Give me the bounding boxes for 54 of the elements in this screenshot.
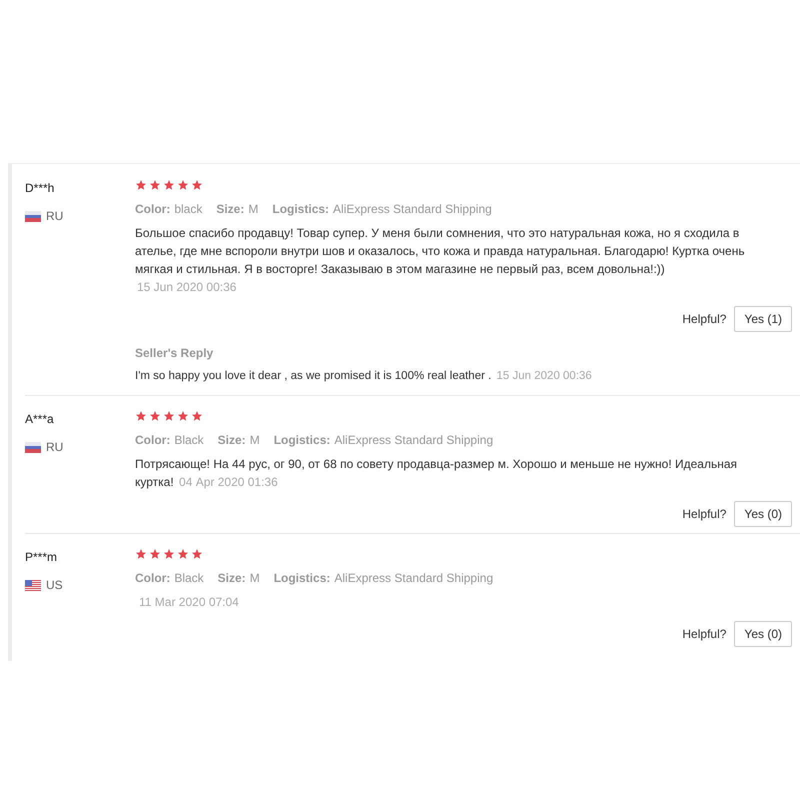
star-icon: [149, 548, 161, 560]
yes-button[interactable]: Yes (0): [734, 501, 792, 528]
attribute-label: Color:: [135, 201, 170, 218]
helpful-label: Helpful?: [682, 626, 726, 644]
flag-icon: [25, 442, 41, 453]
reviewer-name: P***m: [25, 549, 58, 566]
star-icon: [149, 410, 161, 422]
star-icon: [177, 179, 189, 191]
flag-icon: [25, 580, 41, 591]
country-code: RU: [46, 208, 64, 225]
star-icon: [135, 548, 147, 560]
seller-reply-title: Seller's Reply: [135, 345, 214, 362]
yes-button[interactable]: Yes (0): [734, 621, 792, 648]
star-icon: [191, 179, 203, 191]
attribute-label: Size:: [216, 201, 244, 218]
attribute-label: Logistics:: [274, 570, 330, 588]
attribute-value: Black: [174, 570, 204, 588]
country-code: RU: [46, 439, 64, 456]
yes-button[interactable]: Yes (1): [734, 306, 792, 332]
attribute-value: AliExpress Standard Shipping: [333, 201, 492, 218]
reviewer-name: A***a: [25, 411, 55, 428]
star-icon: [163, 548, 175, 560]
star-icon: [135, 410, 147, 422]
star-icon: [177, 548, 189, 560]
seller-reply-text: I'm so happy you love it dear , as we promised it is 100% real leather .: [135, 370, 492, 382]
star-icon: [135, 179, 147, 191]
review-date: 11 Mar 2020 07:04: [139, 595, 239, 610]
attribute-value: Black: [174, 432, 204, 450]
review-text: Потрясающе! На 44 рус, ог 90, от 68 по совету продавца-размер м. Хорошо и меньше не нужно! Идеальная куртка! 04 Apr 2020 01:36: [135, 456, 738, 492]
star-icon: [177, 410, 189, 422]
helpful-label: Helpful?: [682, 311, 726, 328]
star-icon: [191, 548, 203, 560]
attribute-value: AliExpress Standard Shipping: [334, 570, 494, 588]
attribute-label: Size:: [218, 570, 246, 588]
country-code: US: [46, 577, 63, 594]
attribute-label: Color:: [135, 570, 170, 588]
attribute-value: black: [174, 201, 202, 218]
review-text: Большое спасибо продавцу! Товар супер. У меня были сомнения, что это натуральная кожа, но я сходила в ателье, где мне вспороли внутри шов и оказалось, что кожа и правда натуральная. Благодарю! Куртка очень мягкая и стильная. Я в восторге! Заказываю в этом магазине не первый раз, всем довольна!:)) 15 Jun 2020 00:36: [135, 225, 746, 296]
attribute-label: Size:: [218, 432, 246, 450]
flag-icon: [25, 210, 41, 222]
attribute-label: Logistics:: [274, 432, 330, 450]
star-icon: [191, 410, 203, 422]
attribute-value: M: [250, 570, 260, 588]
helpful-label: Helpful?: [682, 506, 726, 524]
star-icon: [149, 179, 161, 191]
reply-date: 15 Jun 2020 00:36: [496, 370, 592, 382]
star-icon: [163, 179, 175, 191]
attribute-value: M: [248, 201, 258, 218]
star-icon: [163, 410, 175, 422]
attribute-label: Color:: [135, 432, 170, 450]
attribute-label: Logistics:: [272, 201, 330, 218]
reviewer-name: D***h: [25, 180, 56, 197]
attribute-value: AliExpress Standard Shipping: [334, 432, 494, 450]
attribute-value: M: [250, 432, 260, 450]
